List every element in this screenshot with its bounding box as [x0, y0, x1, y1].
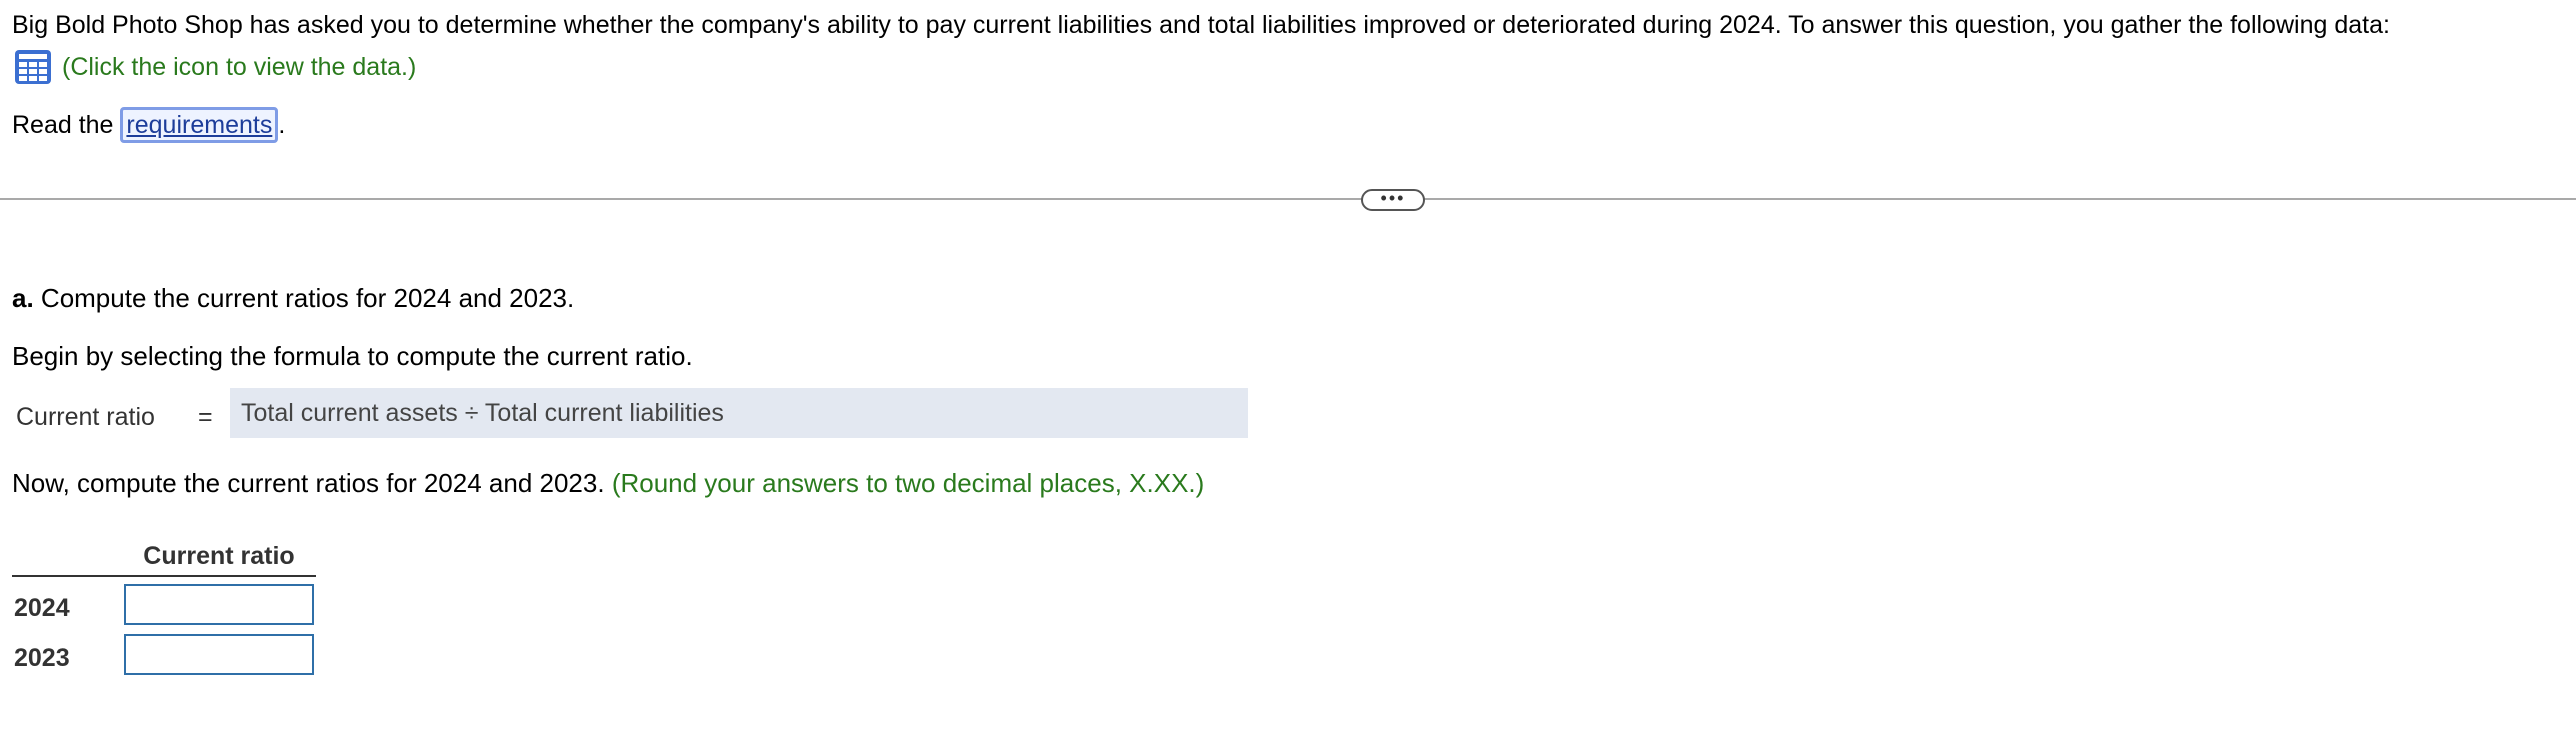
requirements-link[interactable]: requirements	[120, 107, 279, 143]
current-ratio-2024-input[interactable]	[124, 584, 314, 625]
year-label-2024: 2024	[14, 594, 70, 622]
read-suffix: .	[278, 111, 286, 139]
read-requirements-line: Read the requirements.	[12, 106, 285, 144]
read-prefix: Read the	[12, 111, 121, 139]
part-a-text: Compute the current ratios for 2024 and …	[33, 283, 575, 313]
formula-instruction: Begin by selecting the formula to comput…	[12, 341, 693, 371]
section-divider	[0, 198, 2576, 200]
formula-equals-sign: =	[198, 403, 213, 431]
formula-label: Current ratio	[16, 403, 155, 431]
expand-handle-button[interactable]: •••	[1361, 189, 1425, 211]
question-intro: Big Bold Photo Shop has asked you to det…	[12, 11, 2390, 39]
view-data-text[interactable]: (Click the icon to view the data.)	[62, 53, 416, 82]
part-a-label: a.	[12, 283, 34, 313]
current-ratio-column-header: Current ratio	[143, 542, 295, 570]
question-page: Big Bold Photo Shop has asked you to det…	[0, 0, 2576, 738]
header-underline	[12, 575, 316, 577]
compute-text: Now, compute the current ratios for 2024…	[12, 468, 612, 498]
part-a-instruction: a. Compute the current ratios for 2024 a…	[12, 280, 574, 316]
rounding-note: (Round your answers to two decimal place…	[611, 468, 1205, 498]
year-label-2023: 2023	[14, 644, 70, 672]
formula-selection-field[interactable]: Total current assets ÷ Total current lia…	[230, 388, 1248, 438]
compute-instruction: Now, compute the current ratios for 2024…	[12, 465, 1204, 501]
table-grid-icon[interactable]	[14, 49, 52, 85]
view-data-link[interactable]: (Click the icon to view the data.)	[14, 48, 416, 86]
current-ratio-2023-input[interactable]	[124, 634, 314, 675]
